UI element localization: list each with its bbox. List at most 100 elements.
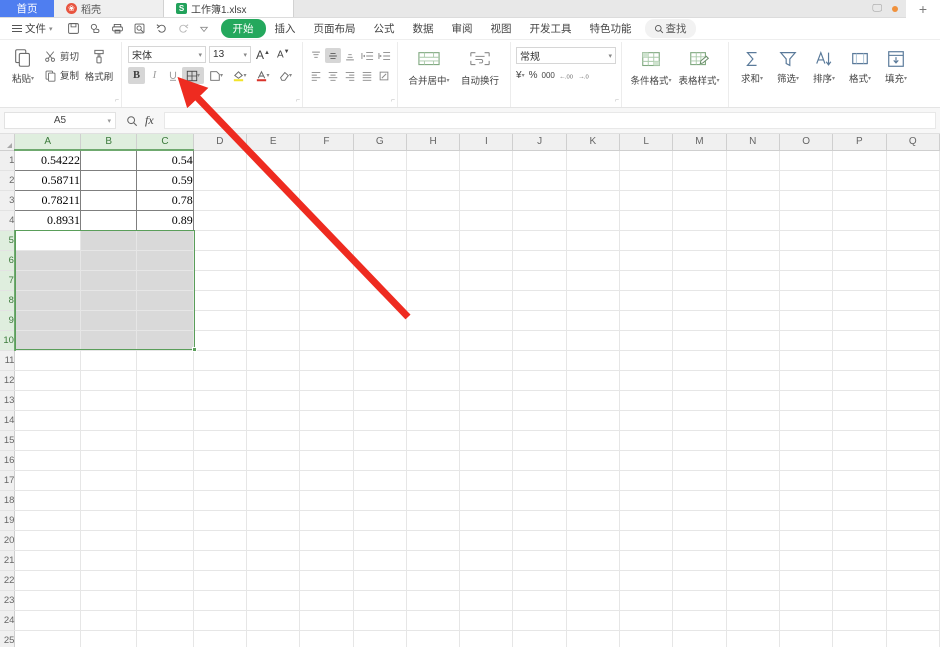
align-middle-button[interactable] (325, 48, 342, 63)
cell-E15[interactable] (246, 430, 301, 451)
cell-B18[interactable] (80, 490, 138, 511)
cell-E20[interactable] (246, 530, 301, 551)
column-header-p[interactable]: P (832, 134, 887, 151)
cell-B6[interactable] (80, 250, 138, 271)
cell-F1[interactable] (299, 150, 354, 171)
monitor-icon[interactable]: 🖵 (872, 3, 882, 14)
cell-F3[interactable] (299, 190, 354, 211)
name-box[interactable]: A5 ▾ (4, 112, 116, 129)
cell-P14[interactable] (832, 410, 887, 431)
cell-F6[interactable] (299, 250, 354, 271)
fill-color-button[interactable]: ▾ (228, 67, 250, 84)
bold-button[interactable]: B (128, 67, 146, 84)
cell-G17[interactable] (353, 470, 407, 491)
cell-B22[interactable] (80, 570, 138, 591)
format-painter-button[interactable]: 格式刷 (82, 44, 116, 83)
tab-start[interactable]: 开始 (220, 19, 266, 38)
column-header-l[interactable]: L (619, 134, 674, 151)
cell-D5[interactable] (193, 230, 248, 251)
cell-Q24[interactable] (886, 610, 940, 631)
cell-D4[interactable] (193, 210, 248, 231)
cell-J1[interactable] (512, 150, 567, 171)
cell-H19[interactable] (406, 510, 461, 531)
cell-J14[interactable] (512, 410, 567, 431)
cell-style-button[interactable]: ▾ (205, 67, 227, 84)
row-header-4[interactable]: 4 (0, 210, 16, 231)
column-header-g[interactable]: G (353, 134, 407, 151)
cell-O13[interactable] (779, 390, 834, 411)
column-header-o[interactable]: O (779, 134, 834, 151)
row-header-10[interactable]: 10 (0, 330, 16, 351)
insert-function-button[interactable]: fx (145, 113, 154, 128)
cell-B1[interactable] (80, 149, 138, 171)
cell-C23[interactable] (136, 590, 194, 611)
cell-G5[interactable] (353, 230, 407, 251)
cell-I10[interactable] (459, 330, 514, 351)
cell-E23[interactable] (246, 590, 301, 611)
cell-K25[interactable] (566, 630, 621, 647)
cell-O6[interactable] (779, 250, 834, 271)
decrease-indent-button[interactable] (359, 48, 375, 63)
row-header-15[interactable]: 15 (0, 430, 16, 451)
column-header-e[interactable]: E (246, 134, 301, 151)
cell-A6[interactable] (14, 250, 82, 271)
cell-A7[interactable] (14, 270, 82, 291)
cell-O5[interactable] (779, 230, 834, 251)
cell-K13[interactable] (566, 390, 621, 411)
cell-K3[interactable] (566, 190, 621, 211)
column-header-i[interactable]: I (459, 134, 514, 151)
cell-F12[interactable] (299, 370, 354, 391)
paste-button[interactable]: 粘贴 ▾ (5, 44, 41, 85)
cell-A10[interactable] (14, 330, 82, 351)
cell-H17[interactable] (406, 470, 461, 491)
cell-E18[interactable] (246, 490, 301, 511)
row-header-3[interactable]: 3 (0, 190, 16, 211)
cell-I15[interactable] (459, 430, 514, 451)
cell-F20[interactable] (299, 530, 354, 551)
cell-J4[interactable] (512, 210, 567, 231)
cell-G7[interactable] (353, 270, 407, 291)
cell-K17[interactable] (566, 470, 621, 491)
row-header-12[interactable]: 12 (0, 370, 16, 391)
comma-format-button[interactable]: 000 (542, 71, 555, 80)
cell-L24[interactable] (619, 610, 674, 631)
cell-A24[interactable] (14, 610, 82, 631)
cell-E17[interactable] (246, 470, 301, 491)
cell-E5[interactable] (246, 230, 301, 251)
percent-format-button[interactable]: % (529, 70, 538, 81)
cell-C7[interactable] (136, 270, 194, 291)
cell-E21[interactable] (246, 550, 301, 571)
conditional-format-button[interactable]: 条件格式 ▾ (627, 46, 675, 87)
cell-P12[interactable] (832, 370, 887, 391)
cell-K16[interactable] (566, 450, 621, 471)
cell-L18[interactable] (619, 490, 674, 511)
cell-N12[interactable] (726, 370, 780, 391)
cell-I5[interactable] (459, 230, 514, 251)
cell-F25[interactable] (299, 630, 354, 647)
cell-I19[interactable] (459, 510, 514, 531)
cell-A22[interactable] (14, 570, 82, 591)
cell-L22[interactable] (619, 570, 674, 591)
cell-F4[interactable] (299, 210, 354, 231)
cell-I6[interactable] (459, 250, 514, 271)
cell-K1[interactable] (566, 150, 621, 171)
cell-P19[interactable] (832, 510, 887, 531)
row-header-6[interactable]: 6 (0, 250, 16, 271)
align-top-button[interactable] (308, 48, 324, 63)
select-all-corner[interactable] (0, 134, 16, 151)
cell-J5[interactable] (512, 230, 567, 251)
cell-K12[interactable] (566, 370, 621, 391)
cell-I13[interactable] (459, 390, 514, 411)
cell-Q5[interactable] (886, 230, 940, 251)
row-header-2[interactable]: 2 (0, 170, 16, 191)
cell-H9[interactable] (406, 310, 461, 331)
search-button[interactable]: 查找 (644, 19, 696, 38)
cell-I11[interactable] (459, 350, 514, 371)
cell-N19[interactable] (726, 510, 780, 531)
cell-Q6[interactable] (886, 250, 940, 271)
fill-handle[interactable] (192, 347, 197, 352)
cell-P2[interactable] (832, 170, 887, 191)
cell-H1[interactable] (406, 150, 461, 171)
cell-H24[interactable] (406, 610, 461, 631)
customize-qat-caret-icon[interactable] (199, 24, 209, 34)
